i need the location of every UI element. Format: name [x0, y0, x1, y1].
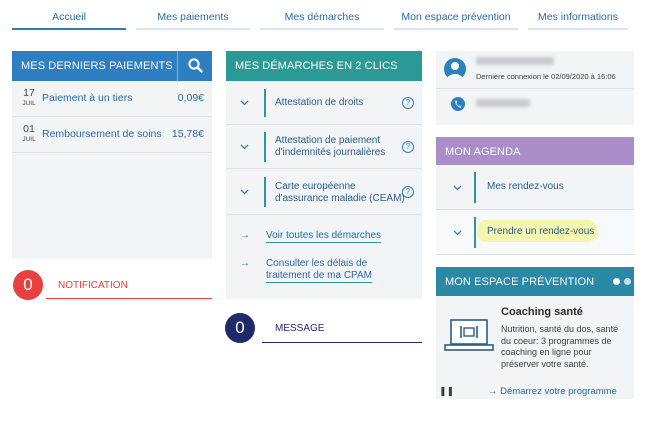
help-icon[interactable]: ?	[402, 97, 414, 109]
demarche-label: Carte européenne	[275, 181, 356, 192]
prevention-header: MON ESPACE PRÉVENTION	[436, 267, 634, 296]
tab-label: Mon espace prévention	[401, 11, 511, 23]
carousel-dot-active[interactable]	[613, 278, 620, 285]
chevron-down-icon	[240, 144, 249, 150]
item-accent-bar	[264, 132, 266, 162]
pause-icon[interactable]: ❚❚	[439, 386, 454, 397]
tab-mes-demarches[interactable]: Mes démarches	[260, 0, 384, 30]
laptop-icon	[444, 319, 494, 351]
tab-label: Mes paiements	[157, 11, 229, 23]
top-nav: Accueil Mes paiements Mes démarches Mon …	[0, 0, 670, 34]
coaching-description: Nutrition, santé du dos, santé du coeur:…	[501, 324, 619, 369]
arrow-right-icon: →	[240, 258, 250, 269]
tab-mes-paiements[interactable]: Mes paiements	[136, 0, 250, 30]
demarche-item-attestation-droits[interactable]: Attestation de droits ?	[226, 81, 422, 125]
payment-amount: 15,78€	[171, 128, 204, 140]
demarches-card: MES DÉMARCHES EN 2 CLICS Attestation de …	[226, 51, 422, 299]
tab-label: Mes informations	[538, 11, 618, 23]
chevron-down-icon	[240, 100, 249, 106]
tab-mes-informations[interactable]: Mes informations	[528, 0, 628, 30]
agenda-card: MON AGENDA Mes rendez-vous Prendre un re…	[436, 137, 634, 255]
demarche-label: Attestation de paiement	[275, 135, 381, 146]
tab-underline	[260, 28, 384, 30]
message-count-badge[interactable]: 0	[225, 313, 255, 343]
agenda-label: Mes rendez-vous	[487, 181, 564, 192]
link-text: traitement de ma CPAM	[266, 270, 372, 283]
chevron-down-icon	[453, 185, 462, 191]
link-text: Consulter les délais de	[266, 258, 368, 269]
help-icon[interactable]: ?	[402, 141, 414, 153]
notification-label[interactable]: NOTIFICATION	[58, 280, 128, 291]
start-program-label: Démarrez votre programme	[500, 386, 617, 397]
coaching-title: Coaching santé	[501, 306, 583, 318]
prevention-title: MON ESPACE PRÉVENTION	[445, 276, 595, 288]
tab-underline	[12, 28, 126, 30]
last-connection-text: Dernière connexion le 02/09/2020 à 16:06	[476, 72, 616, 81]
profile-divider	[436, 88, 634, 89]
search-button[interactable]	[177, 51, 212, 81]
tab-underline	[136, 28, 250, 30]
payment-day: 17	[23, 87, 35, 99]
tab-accueil[interactable]: Accueil	[12, 0, 126, 30]
notification-divider	[46, 298, 212, 299]
notification-count-badge[interactable]: 0	[13, 270, 43, 300]
search-icon	[188, 58, 203, 73]
item-accent-bar	[264, 177, 266, 207]
phone-icon	[451, 97, 465, 111]
arrow-right-icon: →	[240, 230, 250, 241]
demarche-label: Attestation de droits	[275, 97, 364, 108]
payment-label: Remboursement de soins	[42, 128, 162, 140]
item-accent-bar	[474, 172, 476, 203]
payment-month: JUIL	[22, 136, 36, 143]
payments-title: MES DERNIERS PAIEMENTS	[21, 60, 173, 72]
message-divider	[262, 342, 422, 343]
demarche-label: d'indemnités journalières	[275, 147, 386, 158]
tab-underline	[528, 28, 628, 30]
chevron-down-icon	[240, 189, 249, 195]
payment-row[interactable]: 17 JUIL Paiement à un tiers 0,09€	[12, 81, 212, 117]
agenda-label: Prendre un rendez-vous	[487, 226, 595, 237]
help-icon[interactable]: ?	[402, 186, 414, 198]
profile-card: Dernière connexion le 02/09/2020 à 16:06	[436, 51, 634, 125]
agenda-item-mes-rendez-vous[interactable]: Mes rendez-vous	[436, 165, 634, 210]
phone-glyph	[455, 100, 462, 108]
tab-mon-espace-prevention[interactable]: Mon espace prévention	[394, 0, 518, 30]
agenda-title: MON AGENDA	[445, 146, 521, 158]
item-accent-bar	[264, 89, 266, 117]
message-label[interactable]: MESSAGE	[275, 323, 324, 334]
phone-number-redacted	[476, 99, 530, 107]
agenda-item-prendre-rendez-vous[interactable]: Prendre un rendez-vous	[436, 210, 634, 255]
carousel-dot[interactable]	[624, 278, 631, 285]
demarches-header: MES DÉMARCHES EN 2 CLICS	[226, 51, 422, 81]
payment-amount: 0,09€	[177, 92, 204, 104]
demarche-label: d'assurance maladie (CEAM)	[275, 193, 405, 204]
chevron-down-icon	[453, 230, 462, 236]
arrow-right-icon: →	[488, 386, 501, 397]
payments-header: MES DERNIERS PAIEMENTS	[12, 51, 212, 81]
payments-card: MES DERNIERS PAIEMENTS 17 JUIL Paiement …	[12, 51, 212, 259]
prevention-card: MON ESPACE PRÉVENTION Coaching santé Nut…	[436, 267, 634, 399]
payment-date: 01 JUIL	[18, 123, 40, 143]
tab-label: Mes démarches	[284, 11, 360, 23]
tab-underline	[394, 28, 518, 30]
avatar	[444, 58, 466, 80]
agenda-header: MON AGENDA	[436, 137, 634, 165]
user-icon	[447, 62, 463, 80]
demarche-item-attestation-ij[interactable]: Attestation de paiement d'indemnités jou…	[226, 125, 422, 169]
payment-label: Paiement à un tiers	[42, 92, 133, 104]
link-text: Voir toutes les démarches	[266, 230, 382, 243]
tab-label: Accueil	[52, 11, 86, 23]
payment-row[interactable]: 01 JUIL Remboursement de soins 15,78€	[12, 117, 212, 153]
demarche-item-ceam[interactable]: Carte européenne d'assurance maladie (CE…	[226, 169, 422, 215]
demarches-title: MES DÉMARCHES EN 2 CLICS	[235, 60, 398, 72]
item-accent-bar	[474, 217, 476, 248]
payment-date: 17 JUIL	[18, 87, 40, 107]
start-program-link[interactable]: → Démarrez votre programme	[488, 386, 617, 397]
payment-month: JUIL	[22, 100, 36, 107]
user-name-redacted	[476, 57, 554, 65]
payment-day: 01	[23, 123, 35, 135]
